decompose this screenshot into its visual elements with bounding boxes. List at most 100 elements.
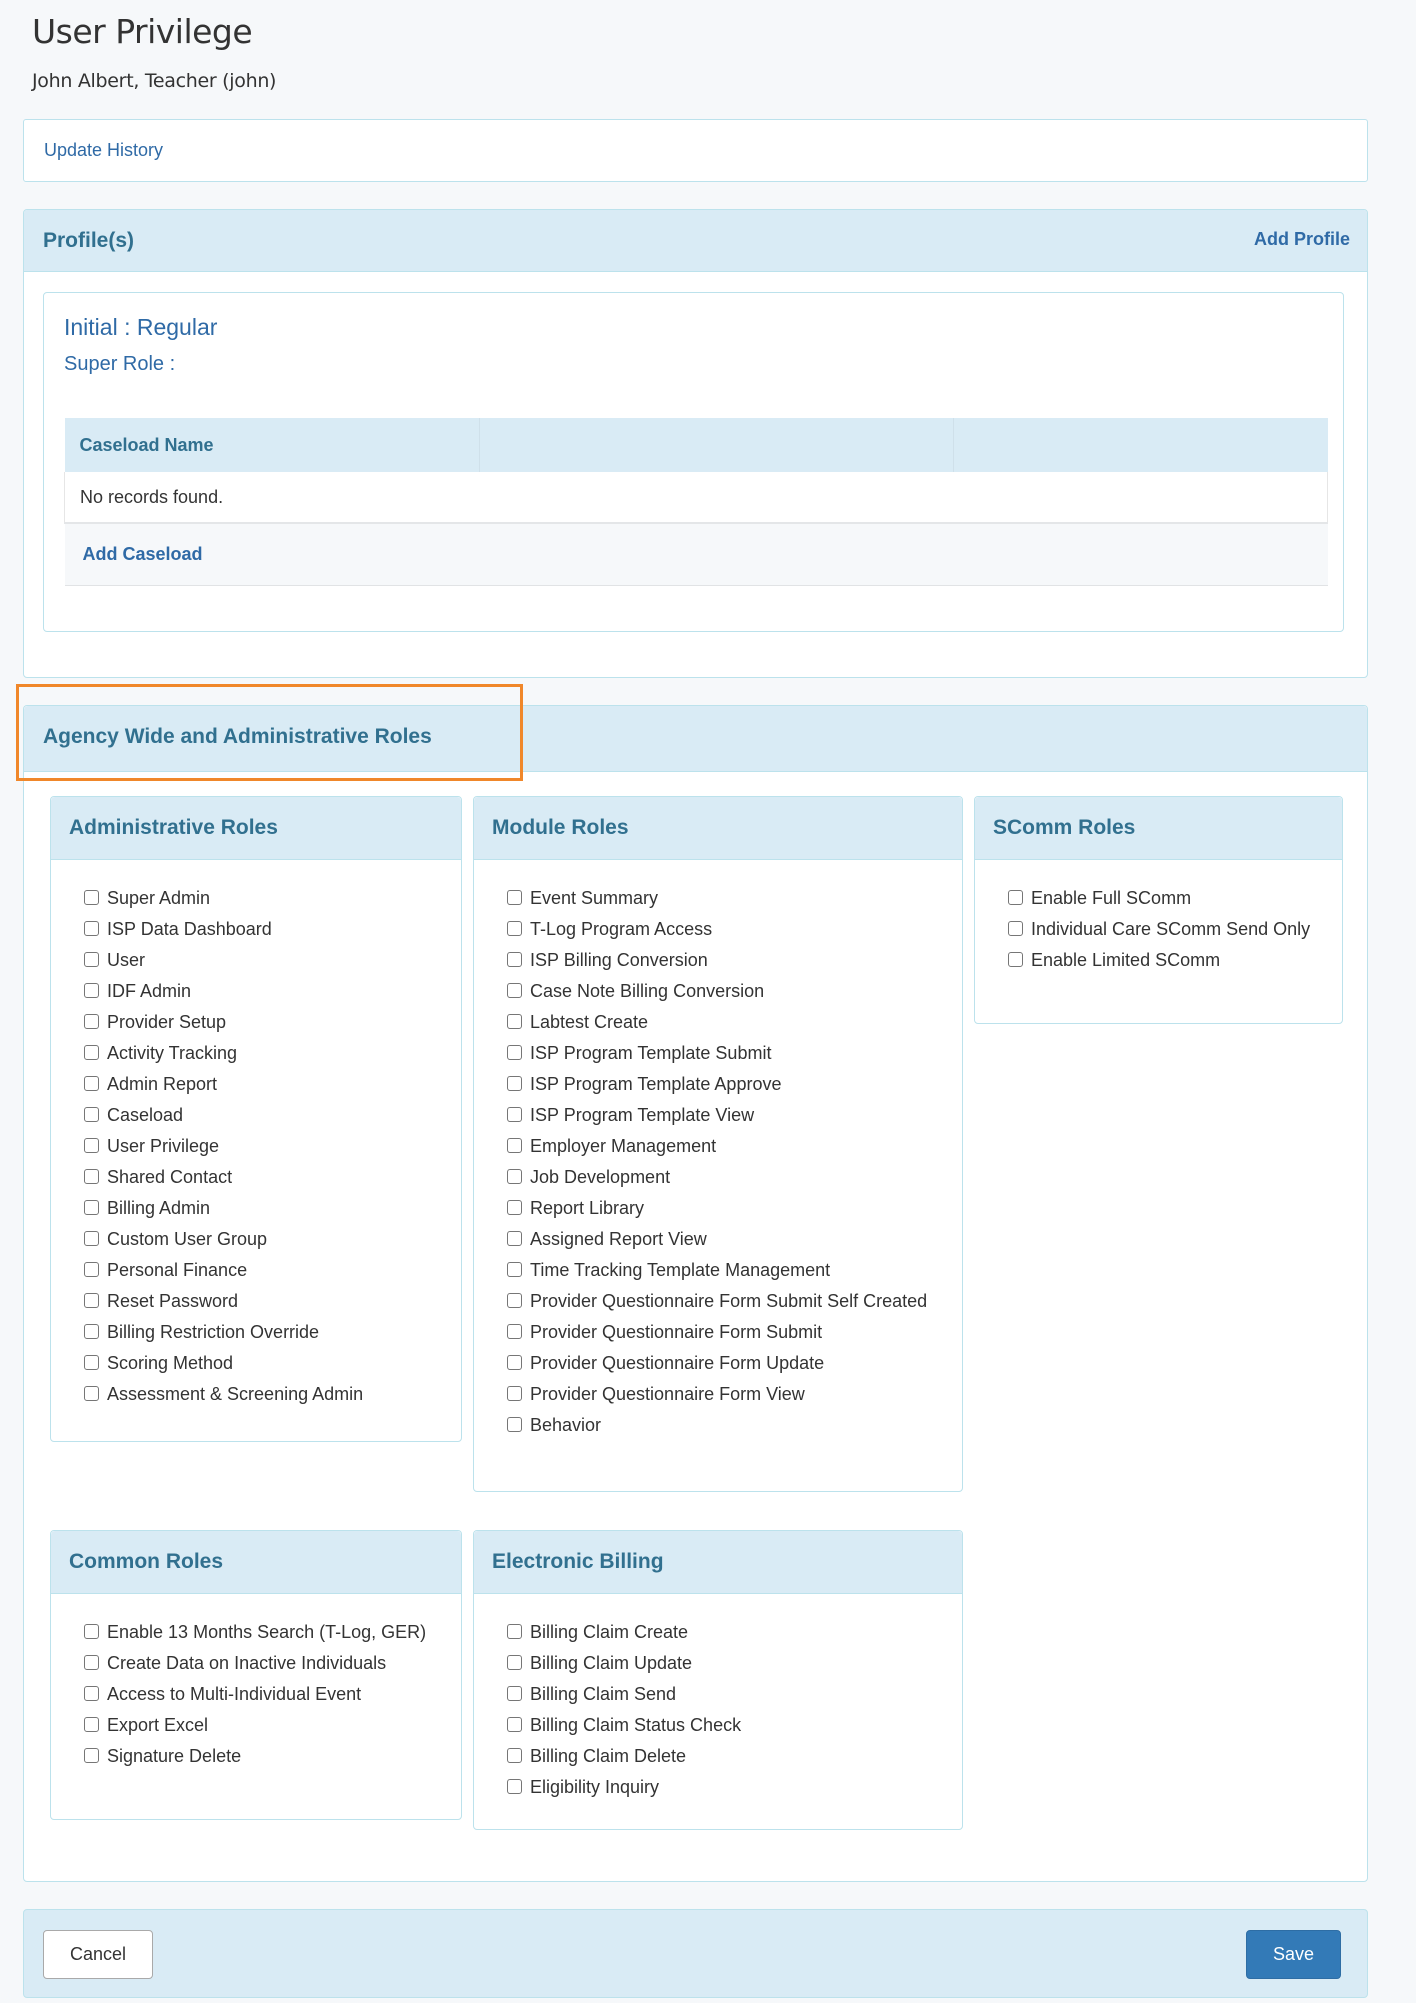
role-checkbox[interactable] <box>84 1045 99 1060</box>
role-label[interactable]: Billing Claim Update <box>530 1653 692 1673</box>
role-checkbox[interactable] <box>84 1076 99 1091</box>
role-label[interactable]: Export Excel <box>107 1715 208 1735</box>
role-checkbox[interactable] <box>84 952 99 967</box>
role-checkbox[interactable] <box>507 1717 522 1732</box>
role-checkbox[interactable] <box>84 1686 99 1701</box>
role-checkbox[interactable] <box>84 1655 99 1670</box>
role-checkbox[interactable] <box>507 1107 522 1122</box>
role-checkbox[interactable] <box>84 1293 99 1308</box>
role-checkbox[interactable] <box>507 1014 522 1029</box>
role-label[interactable]: ISP Billing Conversion <box>530 950 708 970</box>
role-label[interactable]: Enable Limited SComm <box>1031 950 1220 970</box>
role-label[interactable]: Billing Admin <box>107 1198 210 1218</box>
role-checkbox[interactable] <box>84 1231 99 1246</box>
role-label[interactable]: Report Library <box>530 1198 644 1218</box>
role-checkbox[interactable] <box>84 1748 99 1763</box>
role-label[interactable]: Event Summary <box>530 888 658 908</box>
role-label[interactable]: Time Tracking Template Management <box>530 1260 830 1280</box>
role-label[interactable]: Labtest Create <box>530 1012 648 1032</box>
update-history-link[interactable]: Update History <box>44 140 163 161</box>
role-label[interactable]: Activity Tracking <box>107 1043 237 1063</box>
role-label[interactable]: Caseload <box>107 1105 183 1125</box>
role-checkbox[interactable] <box>507 1686 522 1701</box>
role-checkbox[interactable] <box>84 1262 99 1277</box>
role-checkbox[interactable] <box>1008 921 1023 936</box>
role-label[interactable]: Create Data on Inactive Individuals <box>107 1653 386 1673</box>
role-checkbox[interactable] <box>507 1779 522 1794</box>
role-checkbox[interactable] <box>507 1169 522 1184</box>
role-checkbox[interactable] <box>84 1169 99 1184</box>
role-label[interactable]: Access to Multi-Individual Event <box>107 1684 361 1704</box>
role-label[interactable]: Admin Report <box>107 1074 217 1094</box>
role-label[interactable]: Reset Password <box>107 1291 238 1311</box>
role-checkbox[interactable] <box>84 1324 99 1339</box>
role-label[interactable]: Billing Claim Create <box>530 1622 688 1642</box>
role-label[interactable]: T-Log Program Access <box>530 919 712 939</box>
role-label[interactable]: Assigned Report View <box>530 1229 707 1249</box>
role-checkbox[interactable] <box>84 983 99 998</box>
role-label[interactable]: User Privilege <box>107 1136 219 1156</box>
role-checkbox[interactable] <box>507 1138 522 1153</box>
role-label[interactable]: Provider Questionnaire Form Submit Self … <box>530 1291 927 1311</box>
role-label[interactable]: IDF Admin <box>107 981 191 1001</box>
role-label[interactable]: Job Development <box>530 1167 670 1187</box>
role-label[interactable]: ISP Program Template Submit <box>530 1043 771 1063</box>
role-checkbox[interactable] <box>1008 952 1023 967</box>
role-label[interactable]: Assessment & Screening Admin <box>107 1384 363 1404</box>
role-label[interactable]: Provider Questionnaire Form Update <box>530 1353 824 1373</box>
role-label[interactable]: Provider Setup <box>107 1012 226 1032</box>
role-label[interactable]: Personal Finance <box>107 1260 247 1280</box>
save-button[interactable]: Save <box>1246 1930 1341 1979</box>
role-checkbox[interactable] <box>507 1748 522 1763</box>
role-checkbox[interactable] <box>84 1355 99 1370</box>
role-checkbox[interactable] <box>507 952 522 967</box>
add-caseload-link[interactable]: Add Caseload <box>83 544 203 564</box>
add-profile-link[interactable]: Add Profile <box>1254 229 1350 250</box>
role-checkbox[interactable] <box>84 1200 99 1215</box>
role-checkbox[interactable] <box>84 1624 99 1639</box>
cancel-button[interactable]: Cancel <box>43 1930 153 1979</box>
role-label[interactable]: Behavior <box>530 1415 601 1435</box>
role-checkbox[interactable] <box>507 1262 522 1277</box>
role-label[interactable]: Signature Delete <box>107 1746 241 1766</box>
role-label[interactable]: User <box>107 950 145 970</box>
role-label[interactable]: Provider Questionnaire Form View <box>530 1384 805 1404</box>
role-checkbox[interactable] <box>84 1107 99 1122</box>
role-checkbox[interactable] <box>507 1045 522 1060</box>
role-checkbox[interactable] <box>84 1717 99 1732</box>
role-checkbox[interactable] <box>84 890 99 905</box>
role-checkbox[interactable] <box>1008 890 1023 905</box>
role-label[interactable]: Custom User Group <box>107 1229 267 1249</box>
role-checkbox[interactable] <box>507 890 522 905</box>
role-label[interactable]: Scoring Method <box>107 1353 233 1373</box>
role-checkbox[interactable] <box>507 983 522 998</box>
role-checkbox[interactable] <box>507 1386 522 1401</box>
role-checkbox[interactable] <box>84 1386 99 1401</box>
role-checkbox[interactable] <box>84 1138 99 1153</box>
role-label[interactable]: ISP Data Dashboard <box>107 919 272 939</box>
role-checkbox[interactable] <box>507 1200 522 1215</box>
role-checkbox[interactable] <box>84 921 99 936</box>
role-label[interactable]: Individual Care SComm Send Only <box>1031 919 1310 939</box>
role-label[interactable]: ISP Program Template Approve <box>530 1074 781 1094</box>
role-label[interactable]: Billing Restriction Override <box>107 1322 319 1342</box>
role-label[interactable]: Provider Questionnaire Form Submit <box>530 1322 822 1342</box>
role-label[interactable]: Case Note Billing Conversion <box>530 981 764 1001</box>
role-label[interactable]: Employer Management <box>530 1136 716 1156</box>
role-checkbox[interactable] <box>84 1014 99 1029</box>
role-checkbox[interactable] <box>507 921 522 936</box>
role-checkbox[interactable] <box>507 1655 522 1670</box>
role-checkbox[interactable] <box>507 1624 522 1639</box>
role-checkbox[interactable] <box>507 1076 522 1091</box>
role-label[interactable]: Billing Claim Send <box>530 1684 676 1704</box>
role-label[interactable]: Eligibility Inquiry <box>530 1777 659 1797</box>
role-checkbox[interactable] <box>507 1355 522 1370</box>
role-checkbox[interactable] <box>507 1293 522 1308</box>
role-label[interactable]: Enable 13 Months Search (T-Log, GER) <box>107 1622 426 1642</box>
role-checkbox[interactable] <box>507 1324 522 1339</box>
role-checkbox[interactable] <box>507 1417 522 1432</box>
role-label[interactable]: Super Admin <box>107 888 210 908</box>
role-checkbox[interactable] <box>507 1231 522 1246</box>
role-label[interactable]: Shared Contact <box>107 1167 232 1187</box>
role-label[interactable]: Billing Claim Delete <box>530 1746 686 1766</box>
